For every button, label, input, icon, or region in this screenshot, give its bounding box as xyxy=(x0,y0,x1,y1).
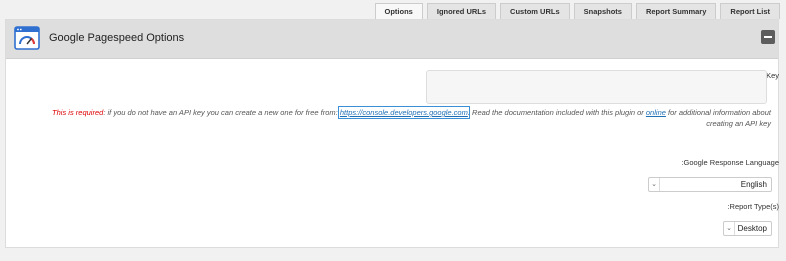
tab-custom-urls[interactable]: Custom URLs xyxy=(500,3,570,19)
notice-text-2: . Read the documentation included with t… xyxy=(467,108,646,117)
tab-report-summary[interactable]: Report Summary xyxy=(635,3,717,19)
notice-text-1: : if you do not have an API key you can … xyxy=(103,108,340,117)
chevron-down-icon: ⌄ xyxy=(724,222,735,235)
collapse-button[interactable] xyxy=(761,30,775,44)
tab-ignored-urls[interactable]: Ignored URLs xyxy=(426,3,497,19)
api-key-notice: This is required: if you do not have an … xyxy=(24,106,771,129)
tab-report-list[interactable]: Report List xyxy=(720,3,780,19)
api-key-input[interactable] xyxy=(426,70,767,104)
report-type-label: :Report Type(s) xyxy=(727,202,779,211)
report-type-select[interactable]: ⌄ Desktop xyxy=(723,221,772,236)
chevron-down-icon: ⌄ xyxy=(649,178,660,191)
notice-text-3: for additional information about creatin… xyxy=(665,108,771,128)
language-label: :Google Response Language xyxy=(681,158,779,167)
required-text: This is required xyxy=(52,108,104,117)
tab-options[interactable]: Options xyxy=(374,3,423,19)
online-docs-link[interactable]: online xyxy=(646,108,666,117)
panel-title: Google Pagespeed Options xyxy=(49,32,185,44)
tab-bar: Options Ignored URLs Custom URLs Snapsho… xyxy=(374,3,780,19)
language-select-value: English xyxy=(740,180,767,189)
options-panel: Google Pagespeed Options xyxy=(5,19,779,248)
report-type-select-value: Desktop xyxy=(737,224,767,233)
panel-header: Google Pagespeed Options xyxy=(6,20,778,59)
tab-snapshots[interactable]: Snapshots xyxy=(573,3,632,19)
console-link[interactable]: https://console.developers.google.com xyxy=(337,106,470,119)
language-select[interactable]: ⌄ English xyxy=(648,177,772,192)
speedometer-browser-icon xyxy=(14,26,40,50)
